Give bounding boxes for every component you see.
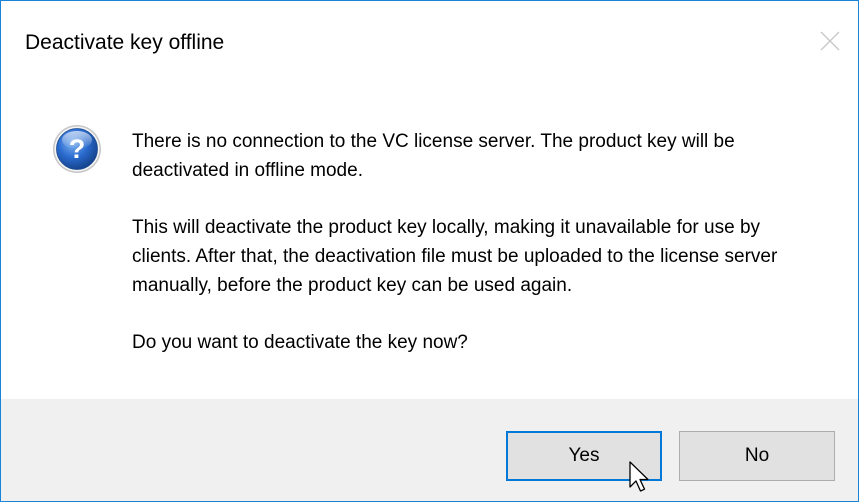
dialog-window: Deactivate key offline ? There is no con… [0,0,859,502]
close-icon [820,31,840,51]
message-paragraph-3: Do you want to deactivate the key now? [132,332,468,353]
message-paragraph-2: This will deactivate the product key loc… [132,217,778,296]
yes-button[interactable]: Yes [506,431,662,481]
message-paragraph-1: There is no connection to the VC license… [132,131,735,181]
no-button[interactable]: No [679,431,835,481]
dialog-content: ? There is no connection to the VC licen… [1,83,858,397]
message-text: There is no connection to the VC license… [132,127,822,385]
close-button[interactable] [816,27,844,55]
dialog-title: Deactivate key offline [25,31,225,54]
title-bar[interactable]: Deactivate key offline [1,1,858,83]
button-bar: Yes No [1,399,858,501]
svg-text:?: ? [69,134,86,164]
question-icon: ? [51,123,103,175]
